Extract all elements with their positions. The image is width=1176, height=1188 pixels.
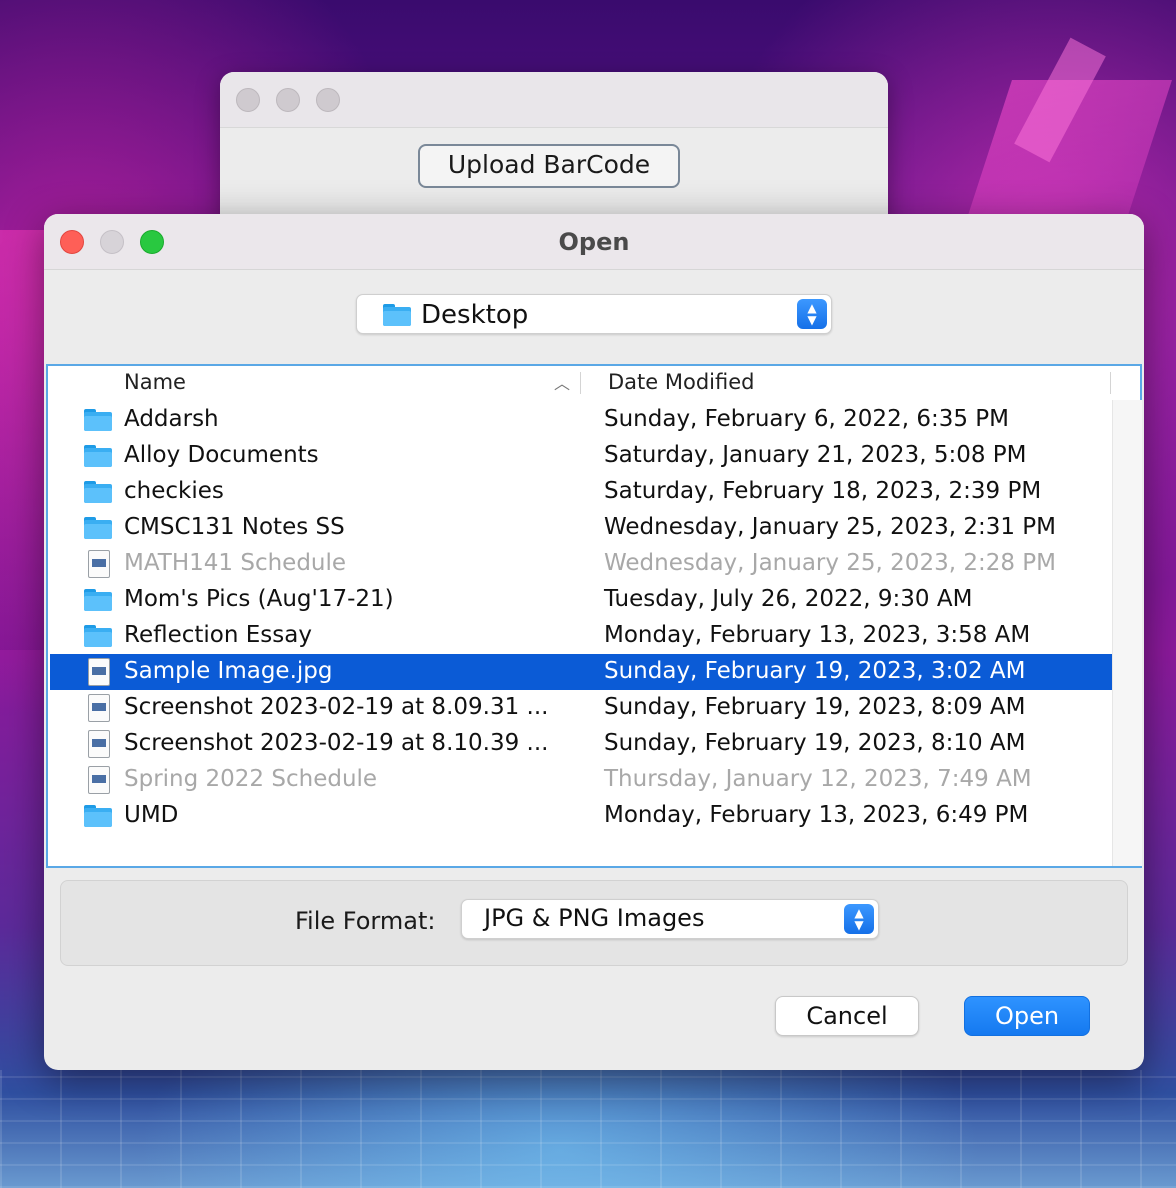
folder-icon (84, 517, 112, 539)
folder-row[interactable]: UMD Monday, February 13, 2023, 6:49 PM (50, 798, 1112, 834)
folder-icon (84, 445, 112, 467)
folder-icon (84, 625, 112, 647)
file-format-value: JPG & PNG Images (484, 904, 705, 932)
file-format-panel: File Format: JPG & PNG Images ▲ ▼ (60, 880, 1128, 966)
file-name: Mom's Pics (Aug'17-21) (124, 586, 394, 612)
folder-icon (84, 805, 112, 827)
column-header-name[interactable]: Name (124, 370, 186, 394)
dialog-title: Open (558, 228, 630, 256)
folder-row[interactable]: Addarsh Sunday, February 6, 2022, 6:35 PM (50, 402, 1112, 438)
folder-icon (383, 304, 411, 326)
file-date-modified: Thursday, January 12, 2023, 7:49 AM (604, 766, 1032, 792)
file-format-dropdown[interactable]: JPG & PNG Images ▲ ▼ (461, 899, 879, 939)
zoom-window-button[interactable] (316, 88, 340, 112)
file-date-modified: Sunday, February 6, 2022, 6:35 PM (604, 406, 1009, 432)
folder-icon (84, 481, 112, 503)
open-dialog: Open Desktop ▲ ▼ Name ︿ Date Modified Add… (44, 214, 1144, 1070)
file-name: Spring 2022 Schedule (124, 766, 378, 792)
file-name: Addarsh (124, 406, 219, 432)
file-date-modified: Saturday, February 18, 2023, 2:39 PM (604, 478, 1042, 504)
folder-row[interactable]: Reflection Essay Monday, February 13, 202… (50, 618, 1112, 654)
file-date-modified: Monday, February 13, 2023, 6:49 PM (604, 802, 1029, 828)
app-window: Upload BarCode (220, 72, 888, 232)
folder-row[interactable]: Mom's Pics (Aug'17-21) Tuesday, July 26, … (50, 582, 1112, 618)
folder-row[interactable]: Alloy Documents Saturday, January 21, 202… (50, 438, 1112, 474)
upload-barcode-button[interactable]: Upload BarCode (418, 144, 680, 188)
file-name: Screenshot 2023-02-19 at 8.09.31 ... (124, 694, 549, 720)
file-name: MATH141 Schedule (124, 550, 347, 576)
minimize-window-button[interactable] (276, 88, 300, 112)
folder-row[interactable]: checkies Saturday, February 18, 2023, 2:3… (50, 474, 1112, 510)
file-row[interactable]: Spring 2022 Schedule Thursday, January 12… (50, 762, 1112, 798)
file-date-modified: Tuesday, July 26, 2022, 9:30 AM (604, 586, 973, 612)
location-value: Desktop (421, 300, 529, 330)
image-file-icon (88, 766, 110, 794)
file-date-modified: Wednesday, January 25, 2023, 2:31 PM (604, 514, 1057, 540)
open-button[interactable]: Open (964, 996, 1090, 1036)
chevron-updown-icon: ▲ ▼ (797, 299, 827, 329)
location-dropdown[interactable]: Desktop ▲ ▼ (356, 294, 832, 334)
column-divider[interactable] (580, 372, 581, 394)
image-file-icon (88, 658, 110, 686)
chevron-updown-icon: ▲ ▼ (844, 904, 874, 934)
folder-icon (84, 589, 112, 611)
file-name: UMD (124, 802, 179, 828)
file-date-modified: Monday, February 13, 2023, 3:58 AM (604, 622, 1031, 648)
file-list-header: Name ︿ Date Modified (48, 366, 1140, 400)
image-file-icon (88, 730, 110, 758)
file-date-modified: Sunday, February 19, 2023, 8:10 AM (604, 730, 1026, 756)
file-row[interactable]: MATH141 Schedule Wednesday, January 25, 2… (50, 546, 1112, 582)
file-date-modified: Wednesday, January 25, 2023, 2:28 PM (604, 550, 1057, 576)
file-list[interactable]: Name ︿ Date Modified Addarsh Sunday, Febr… (46, 364, 1142, 868)
file-name: Sample Image.jpg (124, 658, 333, 684)
column-divider[interactable] (1110, 372, 1111, 394)
file-name: checkies (124, 478, 224, 504)
file-format-label: File Format: (295, 907, 436, 935)
file-date-modified: Saturday, January 21, 2023, 5:08 PM (604, 442, 1027, 468)
image-file-icon (88, 694, 110, 722)
cancel-button[interactable]: Cancel (775, 996, 919, 1036)
file-date-modified: Sunday, February 19, 2023, 8:09 AM (604, 694, 1026, 720)
file-row[interactable]: Screenshot 2023-02-19 at 8.10.39 ... Sund… (50, 726, 1112, 762)
file-name: Screenshot 2023-02-19 at 8.10.39 ... (124, 730, 549, 756)
file-name: Alloy Documents (124, 442, 319, 468)
image-file-icon (88, 550, 110, 578)
sort-ascending-icon: ︿ (554, 374, 571, 393)
file-row[interactable]: Sample Image.jpg Sunday, February 19, 202… (50, 654, 1112, 690)
file-row[interactable]: Screenshot 2023-02-19 at 8.09.31 ... Sund… (50, 690, 1112, 726)
file-date-modified: Sunday, February 19, 2023, 3:02 AM (604, 658, 1026, 684)
file-name: Reflection Essay (124, 622, 312, 648)
app-titlebar (220, 72, 888, 128)
column-header-date-modified[interactable]: Date Modified (608, 370, 754, 394)
dialog-titlebar: Open (44, 214, 1144, 270)
background-grid (0, 1070, 1176, 1188)
folder-row[interactable]: CMSC131 Notes SS Wednesday, January 25, 2… (50, 510, 1112, 546)
close-window-button[interactable] (236, 88, 260, 112)
scrollbar-track[interactable] (1112, 400, 1142, 866)
folder-icon (84, 409, 112, 431)
file-name: CMSC131 Notes SS (124, 514, 345, 540)
